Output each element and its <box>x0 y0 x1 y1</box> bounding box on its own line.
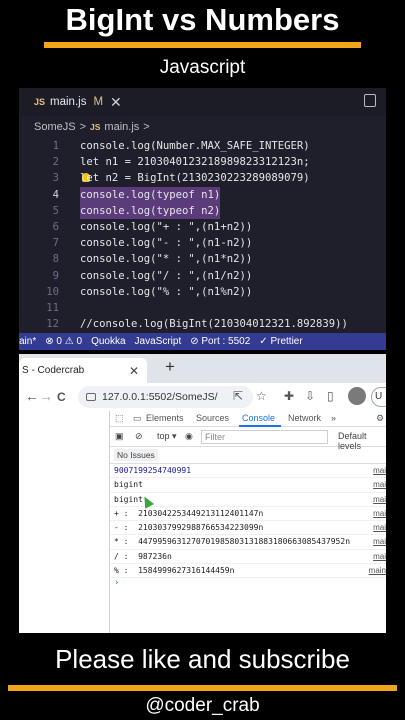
code-line-selected: 5 console.log(typeof n2) <box>19 202 386 219</box>
log-source-link[interactable]: mai <box>373 550 386 564</box>
editor-tab-main-js[interactable]: JS main.js M ✕ <box>19 88 122 116</box>
editor-tab-bar: JS main.js M ✕ <box>19 88 386 116</box>
console-log-row: % : 1584999627316144459n main <box>110 564 386 579</box>
sidebar-icon[interactable]: ▯ <box>327 389 334 403</box>
bookmark-star-icon[interactable]: ☆ <box>256 389 267 403</box>
browser-window: S - Codercrab ✕ + ← → C 127.0.0.1:5502/S… <box>19 354 386 633</box>
code-line: 1 console.log(Number.MAX_SAFE_INTEGER) <box>52 140 310 152</box>
site-info-icon[interactable] <box>86 393 96 401</box>
no-issues-badge[interactable]: No Issues <box>114 449 158 461</box>
split-editor-icon[interactable] <box>364 94 376 107</box>
address-bar-row: ← → C 127.0.0.1:5502/SomeJS/ ⇱ ☆ ✚ ⇩ ▯ U <box>19 383 386 411</box>
clear-console-icon[interactable]: ⊘ <box>135 431 143 442</box>
breadcrumb-file[interactable]: main.js <box>104 121 139 133</box>
chevron-right-icon: > <box>143 121 150 133</box>
log-source-link[interactable]: mai <box>373 507 386 521</box>
tab-elements[interactable]: Elements <box>146 413 184 423</box>
issues-bar: No Issues <box>110 447 386 464</box>
subscribe-caption: Please like and subscribe <box>55 644 350 674</box>
more-tabs-icon[interactable]: » <box>331 413 336 423</box>
git-branch[interactable]: ain* <box>19 336 36 347</box>
code-line: 3 let n2 = BigInt(2130230223289089079) <box>52 172 310 185</box>
console-prompt: › <box>114 578 120 589</box>
console-input-row[interactable]: › <box>110 578 386 592</box>
code-line: 10 console.log("% : ",(n1%n2)) <box>46 285 253 298</box>
language-mode[interactable]: JavaScript <box>135 336 182 347</box>
extensions-icon[interactable]: ✚ <box>284 389 294 403</box>
modified-indicator: M <box>93 96 104 108</box>
console-log-list: 9007199254740991 mai bigint mai bigint mai … <box>110 464 386 592</box>
js-file-icon: JS <box>90 122 101 132</box>
breadcrumb-folder[interactable]: SomeJS <box>34 121 76 133</box>
prettier-status[interactable]: ✓ Prettier <box>259 336 302 347</box>
console-log-row: / : 987236n mai <box>110 550 386 565</box>
close-icon[interactable]: ✕ <box>110 94 122 111</box>
log-source-link[interactable]: mai <box>373 478 386 492</box>
browser-tab-title: S - Codercrab <box>22 365 85 376</box>
inspect-icon[interactable]: ⬚ <box>115 413 124 424</box>
code-line: 8 console.log("* : ",(n1*n2)) <box>52 253 253 266</box>
url-text: 127.0.0.1:5502/SomeJS/ <box>102 391 218 403</box>
code-line-selected: 4 console.log(typeof n1) <box>19 186 386 203</box>
console-log-row: bigint mai <box>110 478 386 493</box>
console-log-row: * : 447995963127070198580313188318066308… <box>110 535 386 550</box>
code-line: 9 console.log("/ : ",(n1/n2)) <box>52 269 253 282</box>
filter-input[interactable]: Filter <box>201 430 328 444</box>
video-title: BigInt vs Numbers <box>65 2 340 37</box>
tab-sources[interactable]: Sources <box>196 413 229 423</box>
code-line: 12//console.log(BigInt(210304012321.8928… <box>46 318 348 331</box>
code-editor: JS main.js M ✕ SomeJS > JS main.js > 1 co… <box>19 88 386 333</box>
forward-icon[interactable]: → <box>39 388 53 404</box>
console-log-row: + : 2103042253449213112401147n mai <box>110 507 386 522</box>
code-line: 7 console.log("- : ",(n1-n2)) <box>52 237 253 250</box>
avatar[interactable] <box>348 387 366 405</box>
code-line: 2 let n1 = 2103040123218989823312123n; <box>52 156 310 169</box>
console-log-row: 9007199254740991 mai <box>110 464 386 479</box>
back-icon[interactable]: ← <box>25 388 39 404</box>
channel-handle: @coder_crab <box>145 695 260 716</box>
tab-console[interactable]: Console <box>242 413 275 423</box>
new-tab-button[interactable]: + <box>165 357 175 377</box>
problems-indicator[interactable]: ⊗ 0 ⚠ 0 <box>45 336 82 347</box>
code-area[interactable]: 1 console.log(Number.MAX_SAFE_INTEGER) 2l… <box>19 138 386 332</box>
chevron-right-icon: > <box>79 121 87 133</box>
code-line: 11 <box>46 301 59 314</box>
gear-icon[interactable]: ⚙ <box>376 413 384 424</box>
update-button[interactable]: U <box>371 387 386 407</box>
url-bar[interactable]: 127.0.0.1:5502/SomeJS/ <box>78 386 253 408</box>
live-server-port[interactable]: ⊘ Port : 5502 <box>190 336 250 347</box>
context-select[interactable]: top ▾ <box>157 431 177 442</box>
browser-tab-strip: S - Codercrab ✕ + <box>19 354 386 383</box>
log-source-link[interactable]: mai <box>373 464 386 478</box>
quokka-status[interactable]: Quokka <box>91 336 125 347</box>
video-subtitle: Javascript <box>159 57 246 78</box>
title-underline <box>44 42 361 48</box>
close-icon[interactable]: ✕ <box>129 364 139 378</box>
footer-underline <box>8 685 397 691</box>
log-source-link[interactable]: main <box>369 564 386 578</box>
log-source-link[interactable]: mai <box>373 493 386 507</box>
editor-tab-label: main.js <box>50 96 87 108</box>
devtools-tab-bar: ⬚ ▭ Elements Sources Console Network » ⚙ <box>110 411 386 427</box>
browser-tab[interactable]: S - Codercrab ✕ <box>19 358 147 383</box>
js-file-icon: JS <box>34 97 46 107</box>
tab-network[interactable]: Network <box>288 413 321 423</box>
reload-icon[interactable]: C <box>57 390 66 404</box>
device-toolbar-icon[interactable]: ▭ <box>133 413 142 424</box>
devtools-panel: ⬚ ▭ Elements Sources Console Network » ⚙… <box>109 411 386 633</box>
code-line: 6 console.log("+ : ",(n1+n2)) <box>52 220 253 233</box>
log-source-link[interactable]: mai <box>373 521 386 535</box>
eye-icon[interactable]: ◉ <box>185 431 193 442</box>
console-log-row: - : 2103037992988766534223099n mai <box>110 521 386 536</box>
status-bar: ain* ⊗ 0 ⚠ 0 Quokka JavaScript ⊘ Port : … <box>19 333 386 350</box>
breadcrumb: SomeJS > JS main.js > <box>19 116 386 138</box>
console-toolbar: ▣ ⊘ top ▾ ◉ Filter Default levels <box>110 427 386 451</box>
sidebar-toggle-icon[interactable]: ▣ <box>115 431 124 442</box>
install-icon[interactable]: ⇱ <box>233 389 243 403</box>
download-icon[interactable]: ⇩ <box>305 389 315 403</box>
log-source-link[interactable]: mai <box>373 535 386 549</box>
